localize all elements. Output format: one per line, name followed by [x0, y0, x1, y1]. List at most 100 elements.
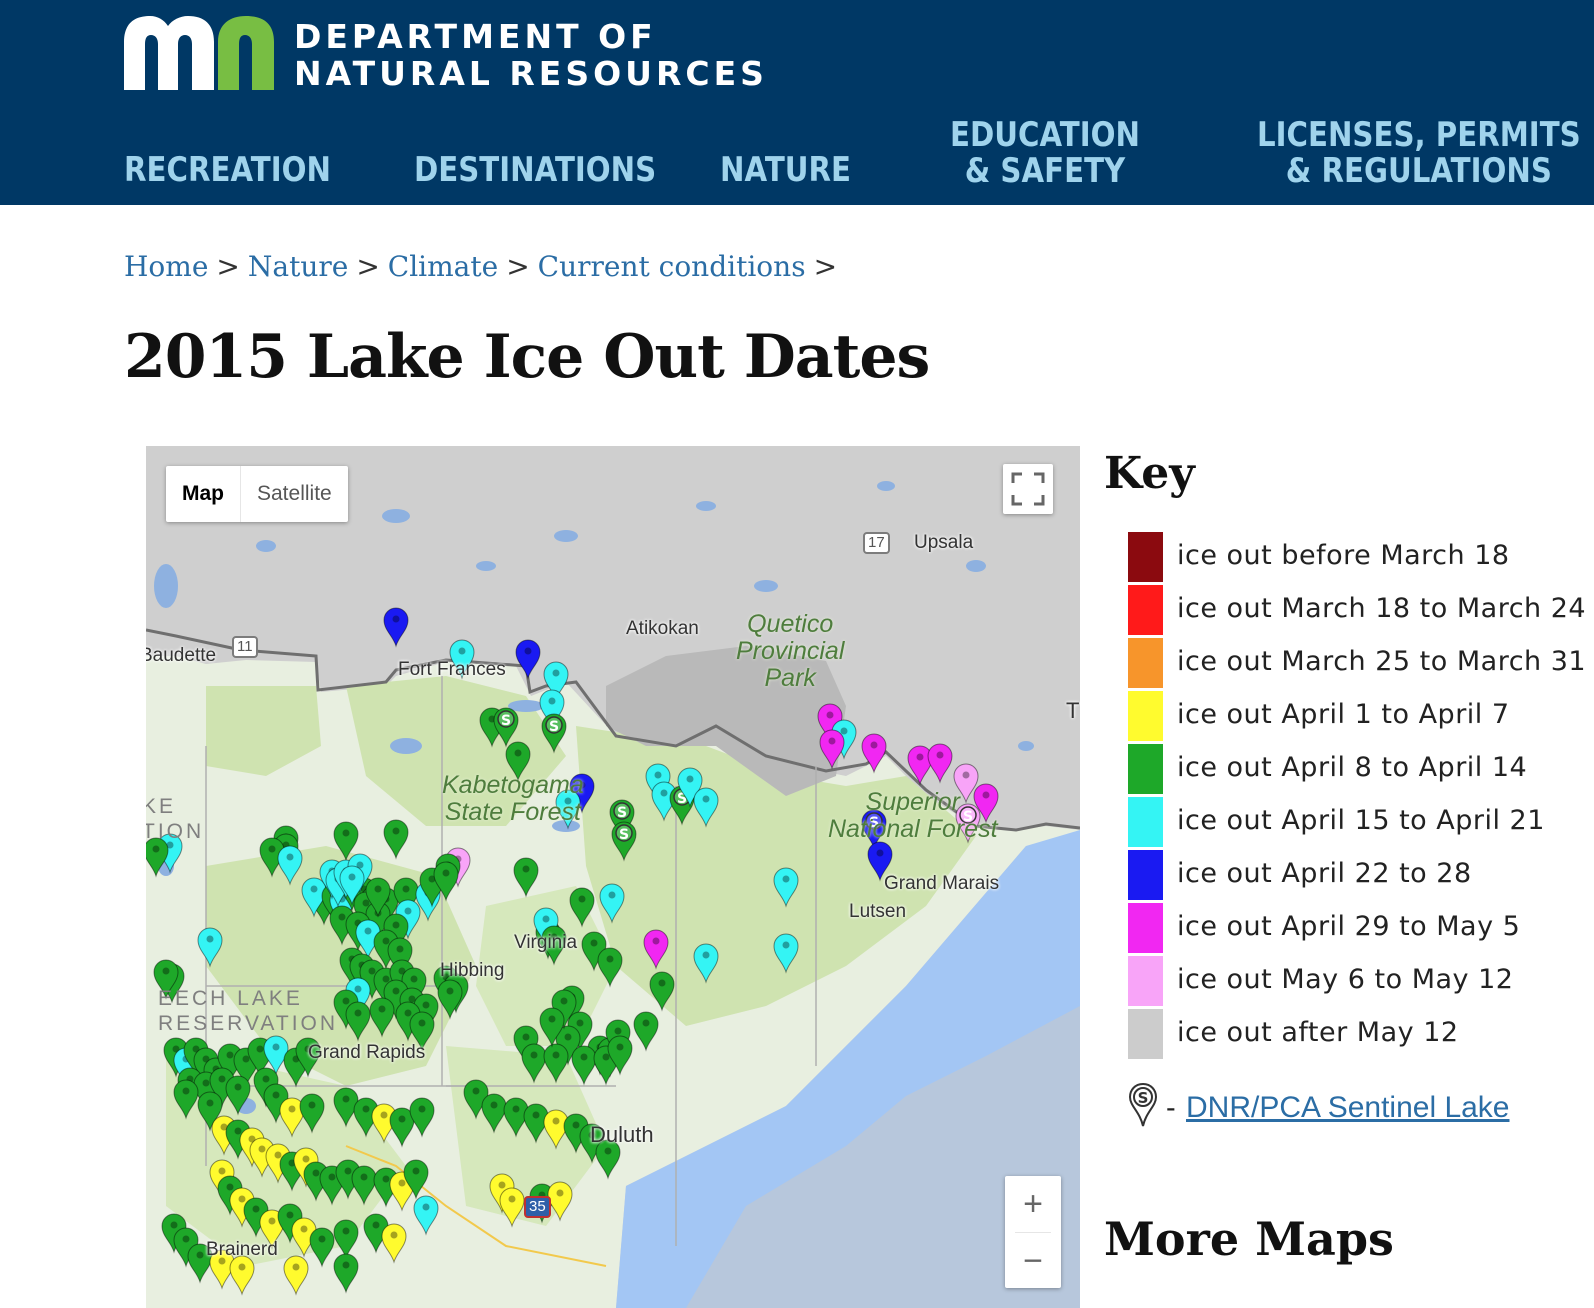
lake-marker[interactable]	[513, 857, 539, 898]
lake-marker[interactable]	[547, 1181, 573, 1222]
map-type-satellite-button[interactable]: Satellite	[241, 466, 348, 522]
lake-marker[interactable]	[927, 743, 953, 784]
lake-marker[interactable]	[333, 1253, 359, 1294]
lake-marker[interactable]	[773, 867, 799, 908]
sentinel-letter: S	[619, 827, 629, 843]
nav-education-line-1: EDUCATION	[950, 115, 1140, 155]
nav-destinations[interactable]: DESTINATIONS	[414, 152, 656, 188]
lake-marker[interactable]	[499, 1187, 525, 1228]
lake-marker[interactable]	[225, 1075, 251, 1116]
place-grand-rapids: Grand Rapids	[308, 1042, 426, 1063]
lake-marker[interactable]: S	[611, 821, 637, 862]
sentinel-lake-link[interactable]: DNR/PCA Sentinel Lake	[1186, 1091, 1510, 1125]
key-label: ice out April 22 to 28	[1177, 858, 1472, 889]
breadcrumb-separator: >	[506, 250, 530, 283]
highway-17-shield: 17	[863, 532, 890, 554]
key-swatch	[1128, 585, 1163, 635]
sentinel-letter: S	[501, 713, 511, 729]
map-type-map-button[interactable]: Map	[166, 466, 241, 522]
ice-out-map[interactable]: SSSSSSS Upsala Atikokan Baudette Fort Fr…	[146, 446, 1080, 1308]
sentinel-dash: -	[1166, 1092, 1176, 1124]
lake-marker[interactable]	[409, 1097, 435, 1138]
lake-marker[interactable]	[277, 845, 303, 886]
key-label: ice out April 29 to May 5	[1177, 911, 1521, 942]
lake-marker[interactable]	[521, 1043, 547, 1084]
lake-marker[interactable]	[383, 819, 409, 860]
key-label: ice out before March 18	[1177, 540, 1510, 571]
leech-line-1: EECH LAKE	[158, 987, 303, 1010]
lake-marker[interactable]	[351, 1165, 377, 1206]
lake-marker[interactable]	[333, 821, 359, 862]
lake-marker[interactable]	[569, 887, 595, 928]
left-res-line-2: TION	[146, 820, 205, 843]
lake-marker[interactable]	[543, 1043, 569, 1084]
sentinel-legend: S - DNR/PCA Sentinel Lake	[1128, 1082, 1510, 1128]
lake-marker[interactable]	[643, 929, 669, 970]
nav-recreation[interactable]: RECREATION	[124, 152, 331, 188]
logo-line-2: NATURAL RESOURCES	[294, 54, 768, 93]
zoom-in-button[interactable]: +	[1005, 1176, 1061, 1232]
lake-marker[interactable]	[381, 1223, 407, 1264]
breadcrumb-nature[interactable]: Nature	[248, 250, 348, 283]
lake-marker[interactable]	[481, 1093, 507, 1134]
nav-education-safety[interactable]: EDUCATION & SAFETY	[950, 117, 1140, 189]
lake-marker[interactable]	[571, 1045, 597, 1086]
lake-marker[interactable]	[369, 997, 395, 1038]
lake-marker[interactable]	[819, 729, 845, 770]
sentinel-letter: S	[617, 805, 627, 821]
place-baudette: Baudette	[146, 645, 217, 666]
breadcrumb-home[interactable]: Home	[124, 250, 208, 283]
lake-marker[interactable]	[333, 1219, 359, 1260]
key-swatch	[1128, 850, 1163, 900]
place-edge-t: T	[1066, 698, 1080, 723]
lake-marker[interactable]	[197, 927, 223, 968]
lake-marker[interactable]	[599, 883, 625, 924]
lake-marker[interactable]	[345, 1001, 371, 1042]
key-swatch	[1128, 638, 1163, 688]
lake-marker[interactable]	[229, 1255, 255, 1296]
lake-marker[interactable]	[773, 933, 799, 974]
lake-marker[interactable]	[383, 607, 409, 648]
nav-nature[interactable]: NATURE	[720, 152, 851, 188]
park-superior-line-2: National Forest	[828, 815, 998, 843]
key-swatch	[1128, 903, 1163, 953]
dnr-logo[interactable]: DEPARTMENT OF NATURAL RESOURCES	[124, 16, 764, 96]
key-title: Key	[1104, 448, 1195, 499]
key-label: ice out March 25 to March 31	[1177, 646, 1587, 677]
sentinel-letter: S	[549, 719, 559, 735]
lake-marker[interactable]	[861, 733, 887, 774]
lake-marker[interactable]	[633, 1011, 659, 1052]
breadcrumb-separator: >	[356, 250, 380, 283]
lake-marker[interactable]	[437, 979, 463, 1020]
lake-marker[interactable]	[413, 1195, 439, 1236]
lake-marker[interactable]	[597, 947, 623, 988]
zoom-out-button[interactable]: −	[1005, 1233, 1061, 1289]
lake-marker[interactable]	[693, 943, 719, 984]
lake-marker[interactable]: S	[493, 707, 519, 748]
nav-licenses-line-2: & REGULATIONS	[1285, 151, 1552, 191]
place-upsala: Upsala	[914, 532, 974, 553]
key-label: ice out April 8 to April 14	[1177, 752, 1528, 783]
nav-licenses-line-1: LICENSES, PERMITS	[1257, 115, 1581, 155]
lake-marker[interactable]	[693, 787, 719, 828]
lake-marker[interactable]	[173, 1079, 199, 1120]
more-maps-heading: More Maps	[1104, 1212, 1394, 1266]
lake-marker[interactable]	[309, 1227, 335, 1268]
zoom-control: + −	[1005, 1176, 1061, 1288]
lake-marker[interactable]	[299, 1093, 325, 1134]
lake-marker[interactable]: S	[541, 713, 567, 754]
page-title: 2015 Lake Ice Out Dates	[124, 322, 930, 392]
lake-marker[interactable]	[283, 1255, 309, 1296]
nav-recreation-label: RECREATION	[124, 150, 331, 190]
place-grand-marais: Grand Marais	[884, 873, 1000, 894]
fullscreen-button[interactable]	[1003, 464, 1053, 514]
park-kabetogama-line-2: State Forest	[444, 798, 581, 826]
lake-marker[interactable]	[515, 639, 541, 680]
logo-text: DEPARTMENT OF NATURAL RESOURCES	[294, 18, 768, 92]
breadcrumb-climate[interactable]: Climate	[388, 250, 498, 283]
leech-lake-reservation: EECH LAKE RESERVATION	[158, 986, 338, 1036]
breadcrumb-current-conditions[interactable]: Current conditions	[538, 250, 806, 283]
site-header: DEPARTMENT OF NATURAL RESOURCES RECREATI…	[0, 0, 1594, 205]
lake-marker[interactable]	[649, 971, 675, 1012]
nav-licenses-permits[interactable]: LICENSES, PERMITS & REGULATIONS	[1257, 117, 1581, 189]
